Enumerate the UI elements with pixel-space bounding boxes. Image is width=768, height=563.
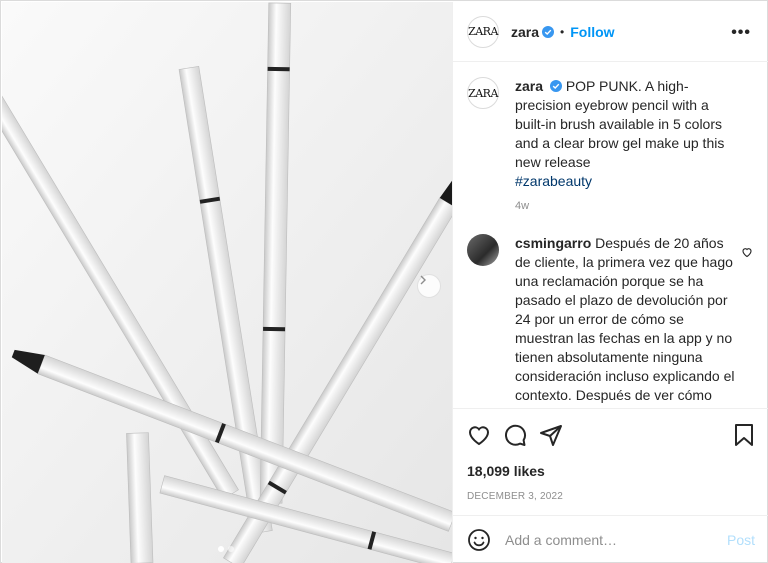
save-button[interactable] — [733, 423, 755, 447]
heart-icon — [468, 426, 490, 446]
likes-count[interactable]: 18,099 likes — [467, 463, 755, 479]
post-details-panel: ZARA zara • Follow ••• ZARA zara POP PUN… — [452, 2, 768, 563]
post-dialog: ZARA zara • Follow ••• ZARA zara POP PUN… — [0, 0, 768, 563]
carousel-indicator — [218, 546, 234, 552]
eyebrow-pencils-photo — [2, 2, 452, 563]
verified-badge-icon — [549, 80, 562, 92]
caption-avatar[interactable]: ZARA — [467, 77, 499, 109]
caption: ZARA zara POP PUNK. A high-precision eye… — [467, 77, 755, 216]
next-slide-button[interactable] — [417, 274, 441, 298]
post-actions: 18,099 likes DECEMBER 3, 2022 — [453, 408, 768, 502]
post-header: ZARA zara • Follow ••• — [453, 2, 768, 62]
comment-button[interactable] — [503, 423, 527, 447]
caption-text: POP PUNK. A high-precision eyebrow penci… — [515, 78, 725, 170]
commenter-avatar[interactable] — [467, 234, 499, 266]
author-username[interactable]: zara — [511, 24, 539, 40]
comment-bubble-icon — [505, 424, 526, 446]
caption-hashtag[interactable]: #zarabeauty — [515, 173, 592, 189]
more-options-button[interactable]: ••• — [731, 24, 751, 42]
like-button[interactable] — [467, 423, 491, 447]
caption-age[interactable]: 4w — [515, 197, 737, 216]
post-comment-button[interactable]: Post — [727, 532, 755, 548]
carousel-dot-active — [218, 546, 224, 552]
like-comment-heart-icon[interactable] — [741, 246, 753, 258]
comment-item: csmingarro Después de 20 años de cliente… — [467, 234, 755, 407]
commenter-username[interactable]: csmingarro — [515, 235, 591, 251]
verified-badge-icon — [542, 25, 555, 38]
carousel-dot — [228, 546, 234, 552]
post-date[interactable]: DECEMBER 3, 2022 — [467, 491, 755, 502]
add-comment-input[interactable] — [505, 531, 727, 548]
bookmark-icon — [735, 424, 753, 446]
comments-list[interactable]: ZARA zara POP PUNK. A high-precision eye… — [453, 63, 768, 407]
smiley-icon[interactable] — [467, 528, 491, 552]
paper-plane-icon — [540, 425, 562, 446]
comment-composer: Post — [453, 515, 768, 563]
separator-dot: • — [560, 24, 565, 39]
post-image[interactable] — [2, 2, 452, 563]
chevron-right-icon — [420, 275, 426, 285]
follow-button[interactable]: Follow — [570, 24, 614, 40]
share-button[interactable] — [539, 423, 563, 447]
author-avatar[interactable]: ZARA — [467, 15, 499, 48]
caption-username[interactable]: zara — [515, 78, 543, 94]
comment-text: Después de 20 años de cliente, la primer… — [515, 235, 735, 407]
